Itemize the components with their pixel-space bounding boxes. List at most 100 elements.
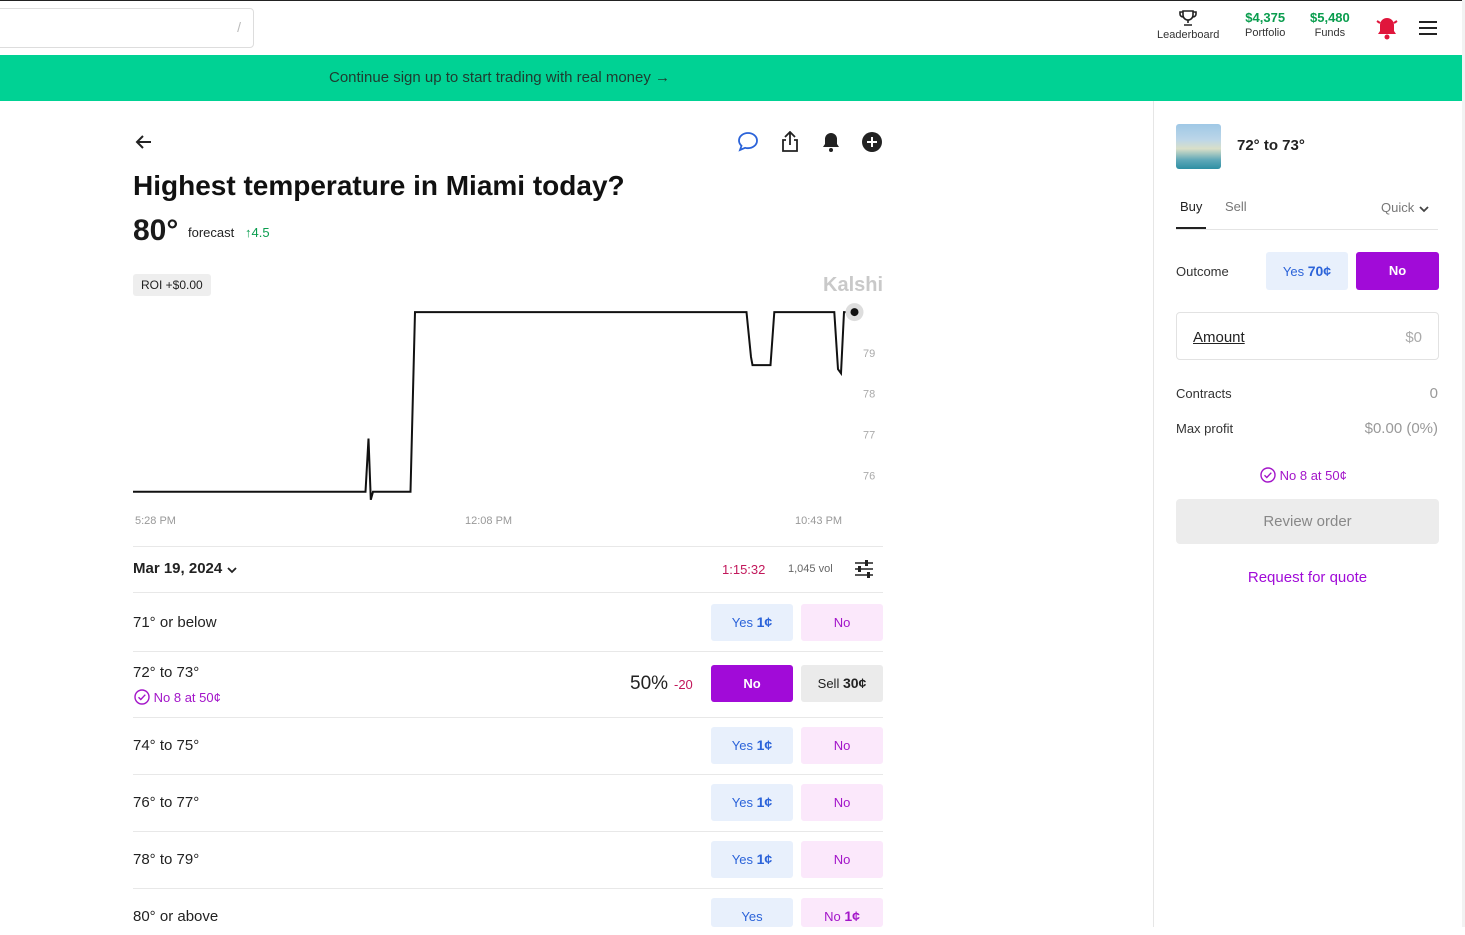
yes-button[interactable]: Yes 1¢ bbox=[711, 604, 793, 641]
yes-label: Yes bbox=[731, 795, 753, 810]
no-label: No bbox=[833, 852, 851, 867]
sell-button[interactable]: Sell 30¢ bbox=[801, 665, 883, 702]
no-button[interactable]: No 1¢ bbox=[801, 898, 883, 927]
comments-icon[interactable] bbox=[737, 131, 759, 153]
market-thumbnail bbox=[1176, 124, 1221, 169]
review-order-button[interactable]: Review order bbox=[1176, 499, 1439, 544]
hamburger-menu-icon[interactable] bbox=[1418, 19, 1438, 37]
portfolio-label: Portfolio bbox=[1245, 27, 1286, 39]
amount-value: $0 bbox=[1405, 329, 1422, 346]
chart-endpoint-dot bbox=[850, 308, 859, 317]
yes-button[interactable]: Yes 1¢ bbox=[711, 841, 793, 878]
amount-label: Amount bbox=[1193, 329, 1245, 346]
yes-button[interactable]: Yes 1¢ bbox=[711, 784, 793, 821]
yes-label: Yes bbox=[731, 615, 753, 630]
search-shortcut-hint: / bbox=[237, 19, 241, 35]
forecast-change: ↑4.5 bbox=[245, 225, 270, 240]
yes-label: Yes bbox=[731, 852, 753, 867]
portfolio-link[interactable]: $4,375 Portfolio bbox=[1245, 9, 1285, 39]
y-tick-label: 79 bbox=[863, 348, 875, 360]
outcome-yes-price: 70¢ bbox=[1307, 263, 1332, 279]
sell-label: Sell bbox=[817, 676, 840, 691]
divider bbox=[133, 592, 883, 593]
leaderboard-link[interactable]: Leaderboard bbox=[1157, 9, 1219, 41]
chance-percent: 50% bbox=[630, 673, 669, 694]
max-profit-value: $0.00 (0%) bbox=[1364, 420, 1438, 437]
outcome-label: Outcome bbox=[1176, 264, 1229, 279]
signup-banner[interactable]: Continue sign up to start trading with r… bbox=[0, 55, 1462, 101]
outcome-yes-button[interactable]: Yes 70¢ bbox=[1266, 252, 1348, 290]
no-label: No bbox=[833, 615, 851, 630]
request-quote-link[interactable]: Request for quote bbox=[1176, 569, 1439, 586]
divider bbox=[133, 888, 883, 889]
trophy-icon bbox=[1157, 9, 1219, 29]
price-chart[interactable]: 79 78 77 76 bbox=[133, 300, 893, 540]
panel-title: 72° to 73° bbox=[1237, 137, 1305, 154]
chevron-down-icon bbox=[227, 567, 238, 574]
no-button[interactable]: No bbox=[801, 604, 883, 641]
y-tick-label: 78 bbox=[863, 389, 875, 401]
outcome-no-button[interactable]: No bbox=[1356, 252, 1439, 290]
outcome-row-label: 71° or below bbox=[133, 614, 217, 631]
signup-banner-text: Continue sign up to start trading with r… bbox=[329, 69, 671, 86]
share-icon[interactable] bbox=[779, 130, 801, 153]
yes-label: Yes bbox=[731, 738, 753, 753]
max-profit-label: Max profit bbox=[1176, 421, 1234, 436]
contracts-label: Contracts bbox=[1176, 386, 1232, 401]
add-icon[interactable] bbox=[861, 131, 883, 153]
no-button-selected[interactable]: No bbox=[711, 665, 793, 702]
yes-price: 1¢ bbox=[756, 794, 773, 810]
amount-input[interactable]: Amount $0 bbox=[1176, 312, 1439, 360]
no-button[interactable]: No bbox=[801, 841, 883, 878]
order-mode-select[interactable]: Quick bbox=[1381, 200, 1430, 215]
filter-sliders-icon[interactable] bbox=[854, 559, 874, 579]
sell-price: 30¢ bbox=[842, 675, 867, 691]
y-tick-label: 76 bbox=[863, 470, 875, 482]
top-bar: / Leaderboard $4,375 Portfolio $5,480 Fu… bbox=[0, 0, 1465, 55]
divider bbox=[133, 651, 883, 652]
panel-position-note-text: No 8 at 50¢ bbox=[1279, 468, 1347, 483]
x-tick-label: 12:08 PM bbox=[465, 515, 513, 527]
outcome-yes-label: Yes bbox=[1282, 264, 1305, 279]
yes-button[interactable]: Yes bbox=[711, 898, 793, 927]
forecast-value: 80° bbox=[133, 214, 179, 247]
outcome-row-label: 78° to 79° bbox=[133, 851, 200, 868]
panel-position-note: No 8 at 50¢ bbox=[1260, 467, 1347, 483]
tab-sell[interactable]: Sell bbox=[1225, 199, 1247, 214]
funds-value: $5,480 bbox=[1310, 10, 1350, 25]
back-arrow-icon[interactable] bbox=[134, 132, 154, 152]
no-price: 1¢ bbox=[844, 908, 860, 924]
yes-button[interactable]: Yes 1¢ bbox=[711, 727, 793, 764]
check-circle-icon bbox=[134, 689, 150, 705]
notifications-alert-icon[interactable] bbox=[1375, 15, 1399, 41]
date-label: Mar 19, 2024 bbox=[133, 560, 223, 577]
no-button[interactable]: No bbox=[801, 784, 883, 821]
no-button[interactable]: No bbox=[801, 727, 883, 764]
outcome-row-label: 74° to 75° bbox=[133, 737, 200, 754]
forecast-label: forecast bbox=[188, 225, 235, 240]
volume-label: 1,045 vol bbox=[788, 563, 833, 575]
y-tick-label: 77 bbox=[863, 430, 875, 442]
position-note: No 8 at 50¢ bbox=[134, 689, 221, 705]
funds-link[interactable]: $5,480 Funds bbox=[1310, 9, 1350, 39]
bell-icon[interactable] bbox=[820, 131, 842, 153]
tab-buy[interactable]: Buy bbox=[1180, 199, 1202, 214]
contracts-value: 0 bbox=[1429, 385, 1438, 402]
portfolio-value: $4,375 bbox=[1245, 10, 1286, 25]
page-title: Highest temperature in Miami today? bbox=[133, 170, 625, 201]
date-selector[interactable]: Mar 19, 2024 bbox=[133, 560, 238, 577]
order-mode-label: Quick bbox=[1381, 200, 1415, 215]
x-tick-label: 10:43 PM bbox=[795, 515, 843, 527]
no-label: No bbox=[824, 909, 841, 924]
chevron-down-icon bbox=[1419, 206, 1429, 213]
divider bbox=[133, 546, 883, 547]
outcome-row-label: 72° to 73° bbox=[133, 664, 200, 681]
search-input[interactable]: / bbox=[0, 8, 254, 48]
active-tab-indicator bbox=[1176, 227, 1206, 229]
leaderboard-label: Leaderboard bbox=[1157, 29, 1220, 41]
no-label: No bbox=[743, 676, 761, 691]
no-label: No bbox=[833, 738, 851, 753]
position-note-text: No 8 at 50¢ bbox=[153, 690, 221, 705]
yes-price: 1¢ bbox=[756, 614, 773, 630]
divider bbox=[133, 831, 883, 832]
